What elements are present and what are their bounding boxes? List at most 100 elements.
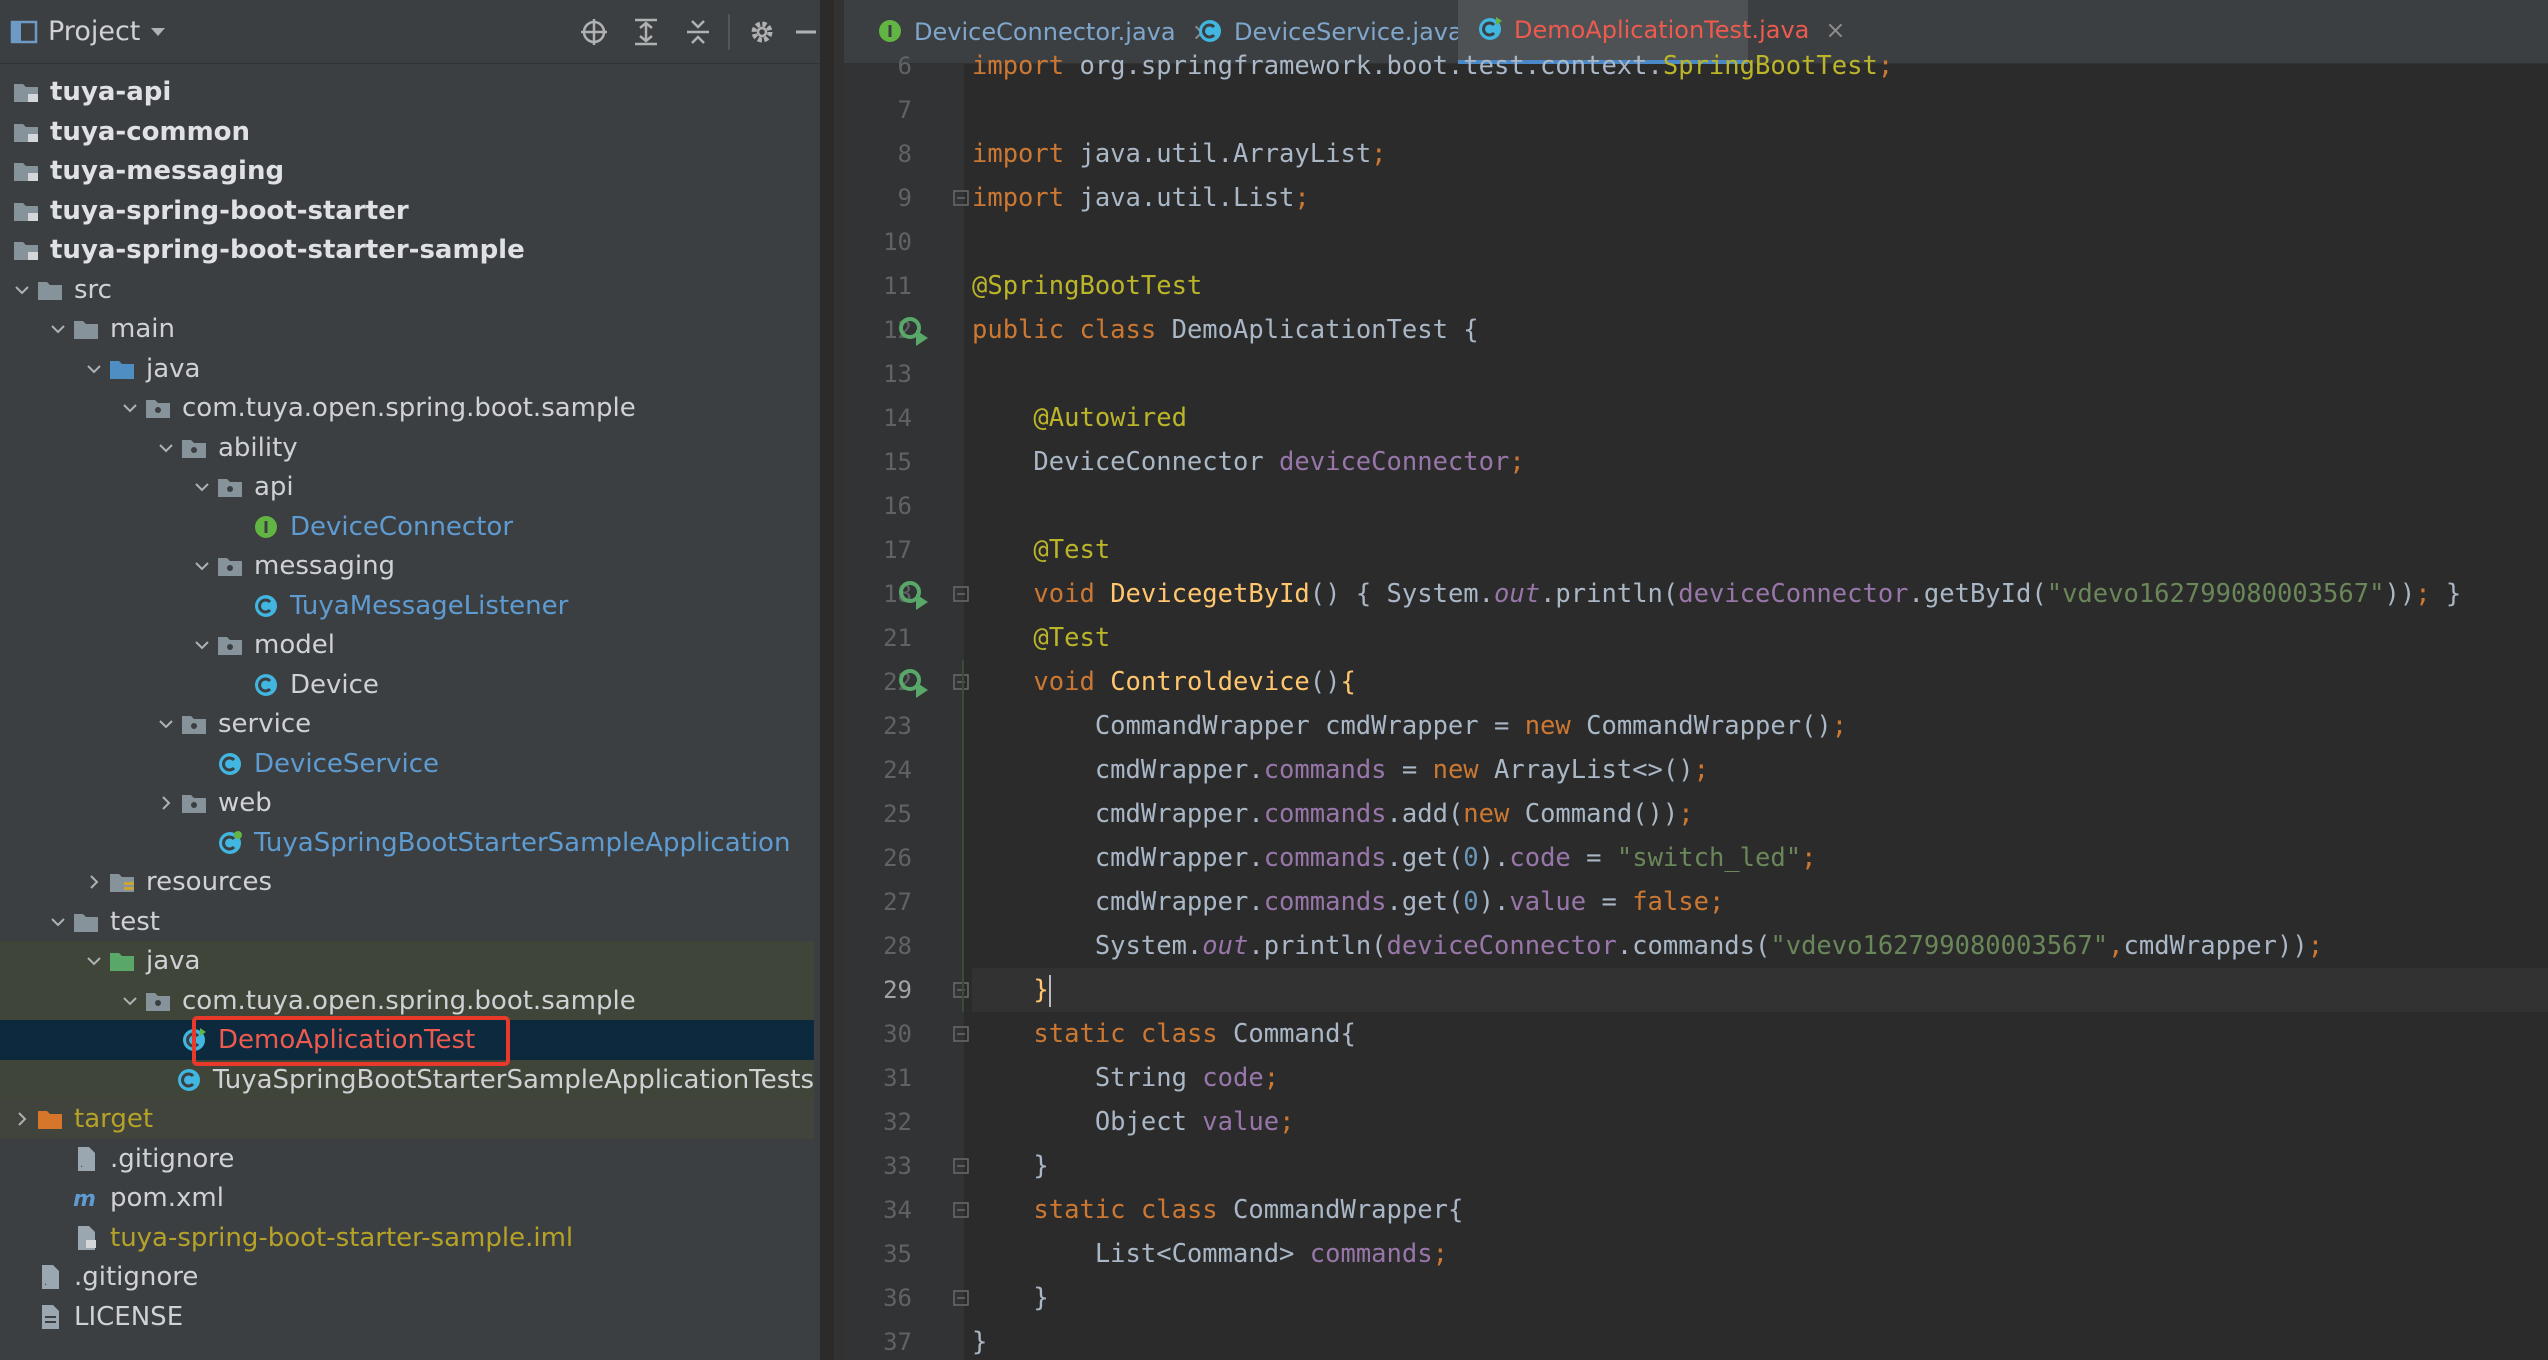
code-line[interactable]: String code; xyxy=(972,1056,1279,1100)
tree-item[interactable]: java xyxy=(0,349,814,389)
fold-marker-icon[interactable] xyxy=(952,1157,970,1175)
run-test-icon[interactable] xyxy=(896,576,932,612)
expand-all-icon[interactable] xyxy=(628,14,664,50)
run-test-icon[interactable] xyxy=(896,664,932,700)
chevron-down-icon[interactable] xyxy=(154,428,178,468)
tree-item[interactable]: . .gitignore xyxy=(0,1257,814,1297)
code-line[interactable]: cmdWrapper.commands.get(0).code = "switc… xyxy=(972,836,1817,880)
tree-item[interactable]: TuyaSpringBootStarterSampleApplication xyxy=(0,823,814,863)
chevron-down-icon[interactable] xyxy=(82,349,106,389)
tree-item[interactable]: LICENSE xyxy=(0,1297,814,1337)
code-line[interactable]: public class DemoAplicationTest { xyxy=(972,308,1479,352)
tree-item-label: java xyxy=(146,946,201,976)
tree-item[interactable]: ability xyxy=(0,428,814,468)
pane-divider[interactable] xyxy=(834,0,844,1360)
fold-marker-icon[interactable] xyxy=(952,189,970,207)
tree-item[interactable]: java xyxy=(0,941,814,981)
fold-marker-icon[interactable] xyxy=(952,673,970,691)
code-line[interactable]: System.out.println(deviceConnector.comma… xyxy=(972,924,2323,968)
code-line[interactable]: @Test xyxy=(972,528,1110,572)
chevron-down-icon[interactable] xyxy=(190,546,214,586)
chevron-down-icon[interactable] xyxy=(190,467,214,507)
code-line[interactable]: cmdWrapper.commands = new ArrayList<>(); xyxy=(972,748,1709,792)
tree-item[interactable]: tuya-spring-boot-starter-sample.iml xyxy=(0,1218,814,1258)
gear-icon[interactable] xyxy=(744,14,780,50)
chevron-down-icon[interactable] xyxy=(190,625,214,665)
tree-item[interactable]: TuyaMessageListener xyxy=(0,586,814,626)
tree-item[interactable]: service xyxy=(0,704,814,744)
code-line[interactable]: cmdWrapper.commands.add(new Command()); xyxy=(972,792,1694,836)
chevron-down-icon[interactable] xyxy=(82,941,106,981)
tree-item[interactable]: tuya-spring-boot-starter xyxy=(0,191,814,231)
tree-item[interactable]: test xyxy=(0,902,814,942)
code-line[interactable]: DeviceConnector deviceConnector; xyxy=(972,440,1524,484)
tree-item[interactable]: com.tuya.open.spring.boot.sample xyxy=(0,980,814,1021)
code-token: ; xyxy=(2307,931,2324,961)
fold-marker-icon[interactable] xyxy=(952,1201,970,1219)
fold-marker-icon[interactable] xyxy=(952,585,970,603)
tree-item[interactable]: src xyxy=(0,270,814,310)
hide-icon[interactable] xyxy=(796,14,816,50)
code-line[interactable]: } xyxy=(972,1276,1048,1320)
chevron-down-icon[interactable] xyxy=(118,388,142,428)
chevron-right-icon[interactable] xyxy=(10,1099,34,1139)
tree-item[interactable]: Device xyxy=(0,665,814,705)
tree-item[interactable]: tuya-messaging xyxy=(0,151,814,191)
code-line[interactable]: } xyxy=(972,1144,1048,1188)
tree-item[interactable]: m pom.xml xyxy=(0,1178,814,1218)
chevron-down-icon[interactable] xyxy=(154,704,178,744)
chevron-down-icon[interactable] xyxy=(10,270,34,310)
tree-item[interactable]: resources xyxy=(0,862,814,902)
tree-item[interactable]: web xyxy=(0,783,814,823)
code-line[interactable]: void DevicegetById() { System.out.printl… xyxy=(972,572,2461,616)
code-token: cmdWrapper. xyxy=(972,799,1264,829)
line-number: 8 xyxy=(897,140,912,168)
tree-item[interactable]: DeviceService xyxy=(0,744,814,784)
code-line[interactable]: CommandWrapper cmdWrapper = new CommandW… xyxy=(972,704,1847,748)
fold-marker-icon[interactable] xyxy=(952,1025,970,1043)
code-area[interactable]: import org.springframework.boot.test.con… xyxy=(962,51,2548,1360)
code-line[interactable]: List<Command> commands; xyxy=(972,1232,1448,1276)
code-token: = xyxy=(1570,843,1617,873)
chevron-down-icon[interactable] xyxy=(118,981,142,1021)
tree-item-label: src xyxy=(74,274,112,305)
tree-item[interactable]: tuya-common xyxy=(0,112,814,152)
code-line[interactable]: @Autowired xyxy=(972,396,1187,440)
chevron-right-icon[interactable] xyxy=(82,862,106,902)
code-line[interactable]: import org.springframework.boot.test.con… xyxy=(972,44,1893,88)
code-line[interactable]: static class CommandWrapper{ xyxy=(972,1188,1463,1232)
tree-item[interactable]: messaging xyxy=(0,546,814,586)
tree-item[interactable]: tuya-api xyxy=(0,72,814,112)
chevron-down-icon[interactable] xyxy=(46,902,70,942)
chevron-down-icon[interactable] xyxy=(140,14,176,50)
tree-item[interactable]: model xyxy=(0,625,814,665)
code-line[interactable]: Object value; xyxy=(972,1100,1295,1144)
code-line[interactable]: @SpringBootTest xyxy=(972,264,1202,308)
code-line[interactable]: import java.util.ArrayList; xyxy=(972,132,1387,176)
code-line[interactable]: cmdWrapper.commands.get(0).value = false… xyxy=(972,880,1725,924)
tree-item[interactable]: DeviceConnector xyxy=(0,507,814,547)
code-token: commands xyxy=(1263,799,1387,829)
collapse-all-icon[interactable] xyxy=(680,14,716,50)
project-title[interactable]: Project xyxy=(48,16,140,47)
tree-item[interactable]: tuya-spring-boot-starter-sample xyxy=(0,230,814,270)
code-token: Controldevice xyxy=(1110,667,1310,697)
fold-marker-icon[interactable] xyxy=(952,981,970,999)
locate-icon[interactable] xyxy=(576,14,612,50)
code-line[interactable]: } xyxy=(972,1320,987,1360)
code-line[interactable]: static class Command{ xyxy=(972,1012,1355,1056)
run-test-icon[interactable] xyxy=(896,312,932,348)
tree-item[interactable]: api xyxy=(0,467,814,507)
chevron-right-icon[interactable] xyxy=(154,783,178,823)
code-line[interactable]: import java.util.List; xyxy=(972,176,1310,220)
code-line[interactable]: } xyxy=(972,968,2548,1012)
tree-item[interactable]: com.tuya.open.spring.boot.sample xyxy=(0,388,814,428)
close-icon[interactable]: × xyxy=(1825,16,1845,44)
tree-item[interactable]: main xyxy=(0,309,814,349)
code-line[interactable]: void Controldevice(){ xyxy=(972,660,1355,704)
tree-item[interactable]: . .gitignore xyxy=(0,1139,814,1179)
code-line[interactable]: @Test xyxy=(972,616,1110,660)
chevron-down-icon[interactable] xyxy=(46,309,70,349)
tree-item[interactable]: target xyxy=(0,1099,814,1139)
fold-marker-icon[interactable] xyxy=(952,1289,970,1307)
